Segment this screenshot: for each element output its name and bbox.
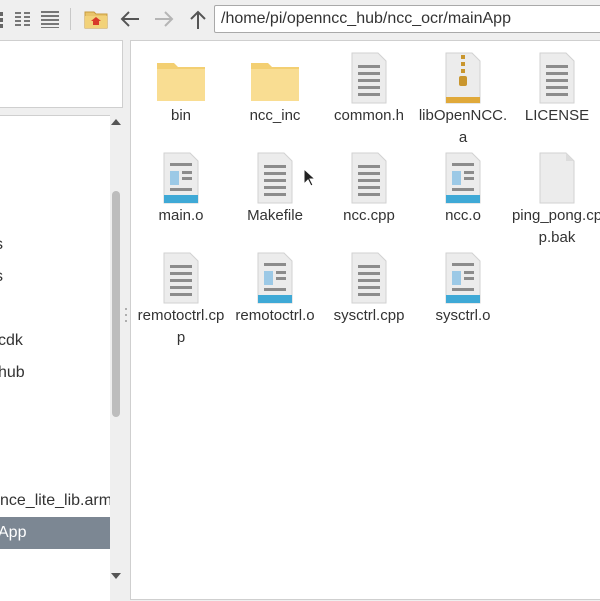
file-name: remotoctrl.o xyxy=(235,307,315,324)
file-name: ncc.cpp xyxy=(343,207,395,224)
file-item[interactable]: main.o xyxy=(134,149,228,227)
object-file-icon xyxy=(436,149,490,207)
list-view-icon[interactable] xyxy=(38,6,62,32)
tree-item-label: s xyxy=(0,261,3,293)
text-file-icon xyxy=(530,49,584,107)
file-item[interactable]: sysctrl.o xyxy=(416,249,510,327)
file-name: sysctrl.cpp xyxy=(333,307,405,324)
file-name: ncc_inc xyxy=(249,107,301,124)
text-file-icon xyxy=(248,149,302,207)
object-file-icon xyxy=(248,249,302,307)
file-item[interactable]: libOpenNCC.a xyxy=(416,49,510,149)
scroll-up-arrow-icon[interactable] xyxy=(111,119,121,125)
text-file-icon xyxy=(342,149,396,207)
tree-item-label: cdk xyxy=(0,332,23,349)
directory-tree: s s cdk hub nce_lite_lib.arml App xyxy=(0,115,110,601)
tree-item[interactable]: s xyxy=(0,261,110,293)
text-file-icon xyxy=(342,249,396,307)
file-name: main.o xyxy=(158,207,204,224)
file-item[interactable]: LICENSE xyxy=(510,49,600,127)
toolbar-separator xyxy=(70,8,71,30)
file-name: remotoctrl.cpp xyxy=(137,307,225,346)
toolbar: /home/pi/openncc_hub/ncc_ocr/mainApp xyxy=(0,0,600,38)
pane-splitter[interactable] xyxy=(123,40,130,600)
file-name: sysctrl.o xyxy=(435,307,491,324)
file-item[interactable]: common.h xyxy=(322,49,416,127)
file-item[interactable]: ncc.o xyxy=(416,149,510,227)
blank-file-icon xyxy=(530,149,584,207)
splitter-grip-dot xyxy=(125,314,127,316)
home-icon[interactable] xyxy=(82,6,110,32)
forward-icon[interactable] xyxy=(150,6,178,32)
tree-item[interactable]: hub xyxy=(0,357,110,389)
text-file-icon xyxy=(342,49,396,107)
file-view[interactable]: bin ncc_inc common.h libOpenNCC.a LICENS… xyxy=(130,40,600,600)
places-pane xyxy=(0,40,123,108)
file-item[interactable]: ncc_inc xyxy=(228,49,322,127)
tree-item[interactable]: cdk xyxy=(0,325,110,357)
folder-icon xyxy=(154,49,208,107)
object-file-icon xyxy=(436,249,490,307)
file-item[interactable]: ncc.cpp xyxy=(322,149,416,227)
tree-item[interactable]: nce_lite_lib.arml xyxy=(0,485,110,517)
up-icon[interactable] xyxy=(184,6,212,32)
file-item[interactable]: remotoctrl.cpp xyxy=(134,249,228,349)
tree-item-selected[interactable]: App xyxy=(0,517,110,549)
splitter-grip-dot xyxy=(125,308,127,310)
file-name: bin xyxy=(170,107,192,124)
tree-scrollbar[interactable] xyxy=(110,115,122,587)
tree-item-label: s xyxy=(0,229,3,261)
file-name: ping_pong.cpp.bak xyxy=(511,207,600,246)
file-name: common.h xyxy=(333,107,405,124)
file-item[interactable]: sysctrl.cpp xyxy=(322,249,416,327)
mouse-pointer-icon xyxy=(303,167,317,193)
object-file-icon xyxy=(154,149,208,207)
tree-item-label: hub xyxy=(0,364,25,381)
back-icon[interactable] xyxy=(116,6,144,32)
file-name: ncc.o xyxy=(445,207,481,224)
path-input[interactable]: /home/pi/openncc_hub/ncc_ocr/mainApp xyxy=(214,5,600,33)
file-item[interactable]: bin xyxy=(134,49,228,127)
file-name: libOpenNCC.a xyxy=(418,107,508,146)
icon-view-icon[interactable] xyxy=(0,6,10,32)
splitter-grip-dot xyxy=(125,320,127,322)
tree-item-label: App xyxy=(0,524,27,541)
file-item[interactable]: remotoctrl.o xyxy=(228,249,322,327)
tree-item[interactable]: s xyxy=(0,229,110,261)
tree-item-label: nce_lite_lib.arml xyxy=(0,492,110,509)
scrollbar-thumb[interactable] xyxy=(112,191,120,417)
folder-icon xyxy=(248,49,302,107)
archive-file-icon xyxy=(436,49,490,107)
compact-view-icon[interactable] xyxy=(12,6,34,32)
text-file-icon xyxy=(154,249,208,307)
file-item[interactable]: ping_pong.cpp.bak xyxy=(510,149,600,249)
file-name: Makefile xyxy=(247,207,303,224)
scroll-down-arrow-icon[interactable] xyxy=(111,573,121,579)
file-name: LICENSE xyxy=(524,107,590,124)
